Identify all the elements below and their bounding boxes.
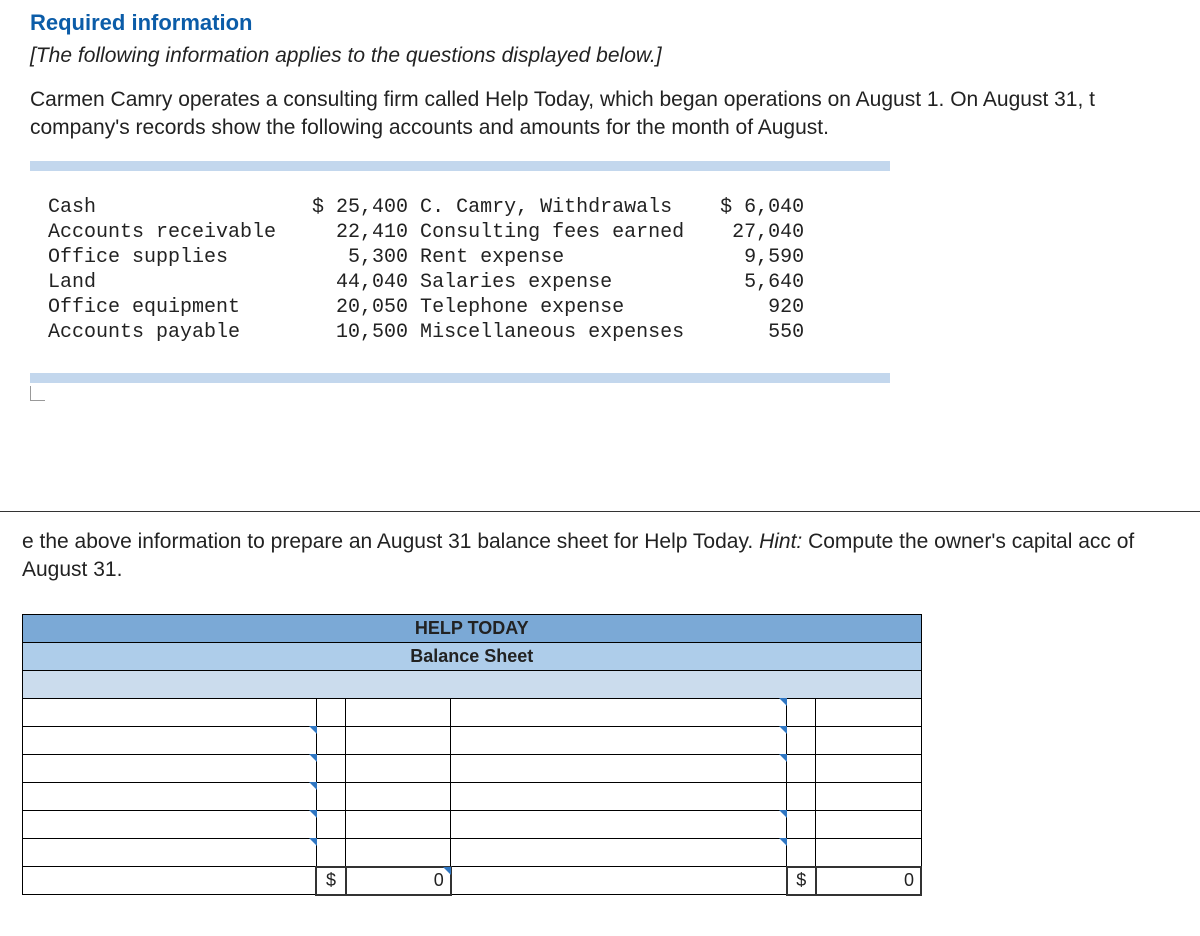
bs-left-label-4[interactable] [23,783,317,811]
divider [0,511,1200,512]
required-info-heading: Required information [30,10,1180,36]
bs-left-cur-5 [316,811,345,839]
bs-right-cur-2 [787,727,816,755]
bs-company-header: HELP TODAY [23,615,922,643]
bs-right-val-1 [816,699,921,727]
bs-right-val-3 [816,755,921,783]
bs-left-val-5 [346,811,451,839]
problem-text: Carmen Camry operates a consulting firm … [30,86,1180,143]
bs-left-cur-4 [316,783,345,811]
bs-left-total-label[interactable] [23,867,317,895]
bs-left-label-6[interactable] [23,839,317,867]
bs-right-val-4 [816,783,921,811]
bs-right-label-3[interactable] [451,755,787,783]
bs-right-cur-4 [787,783,816,811]
bs-left-total-cur: $ [316,867,345,895]
accounts-table: Cash $ 25,400 C. Camry, Withdrawals $ 6,… [30,161,890,383]
bs-right-cur-6 [787,839,816,867]
bs-right-val-2 [816,727,921,755]
instruction-text: e the above information to prepare an Au… [22,528,1180,585]
bs-date-row[interactable] [23,671,922,699]
bs-right-cur-3 [787,755,816,783]
bs-right-cur-1 [787,699,816,727]
bs-right-val-5 [816,811,921,839]
scrollbar-corner [30,387,890,401]
bs-left-label-5[interactable] [23,811,317,839]
bs-right-val-6 [816,839,921,867]
bs-right-label-4[interactable] [451,783,787,811]
bs-left-cur-2 [316,727,345,755]
bs-right-label-6[interactable] [451,839,787,867]
bs-right-total-cur: $ [787,867,816,895]
bs-right-total-val: 0 [816,867,921,895]
bs-right-label-1[interactable] [451,699,787,727]
accounts-listing: Cash $ 25,400 C. Camry, Withdrawals $ 6,… [30,191,890,353]
bs-left-val-1 [346,699,451,727]
bs-right-total-label[interactable] [451,867,787,895]
bs-left-total-val: 0 [346,867,451,895]
bs-right-cur-5 [787,811,816,839]
bs-left-cur-6 [316,839,345,867]
balance-sheet-table: HELP TODAY Balance Sheet [22,614,922,896]
bs-left-val-4 [346,783,451,811]
bs-left-cur-1 [316,699,345,727]
bs-left-label-2[interactable] [23,727,317,755]
bs-right-label-5[interactable] [451,811,787,839]
context-note: [The following information applies to th… [30,44,1180,68]
bs-left-label-3[interactable] [23,755,317,783]
bs-left-cur-3 [316,755,345,783]
bs-left-val-2 [346,727,451,755]
bs-left-val-3 [346,755,451,783]
bs-left-label-1[interactable] [23,699,317,727]
bs-title-header: Balance Sheet [23,643,922,671]
bs-right-label-2[interactable] [451,727,787,755]
bs-left-val-6 [346,839,451,867]
